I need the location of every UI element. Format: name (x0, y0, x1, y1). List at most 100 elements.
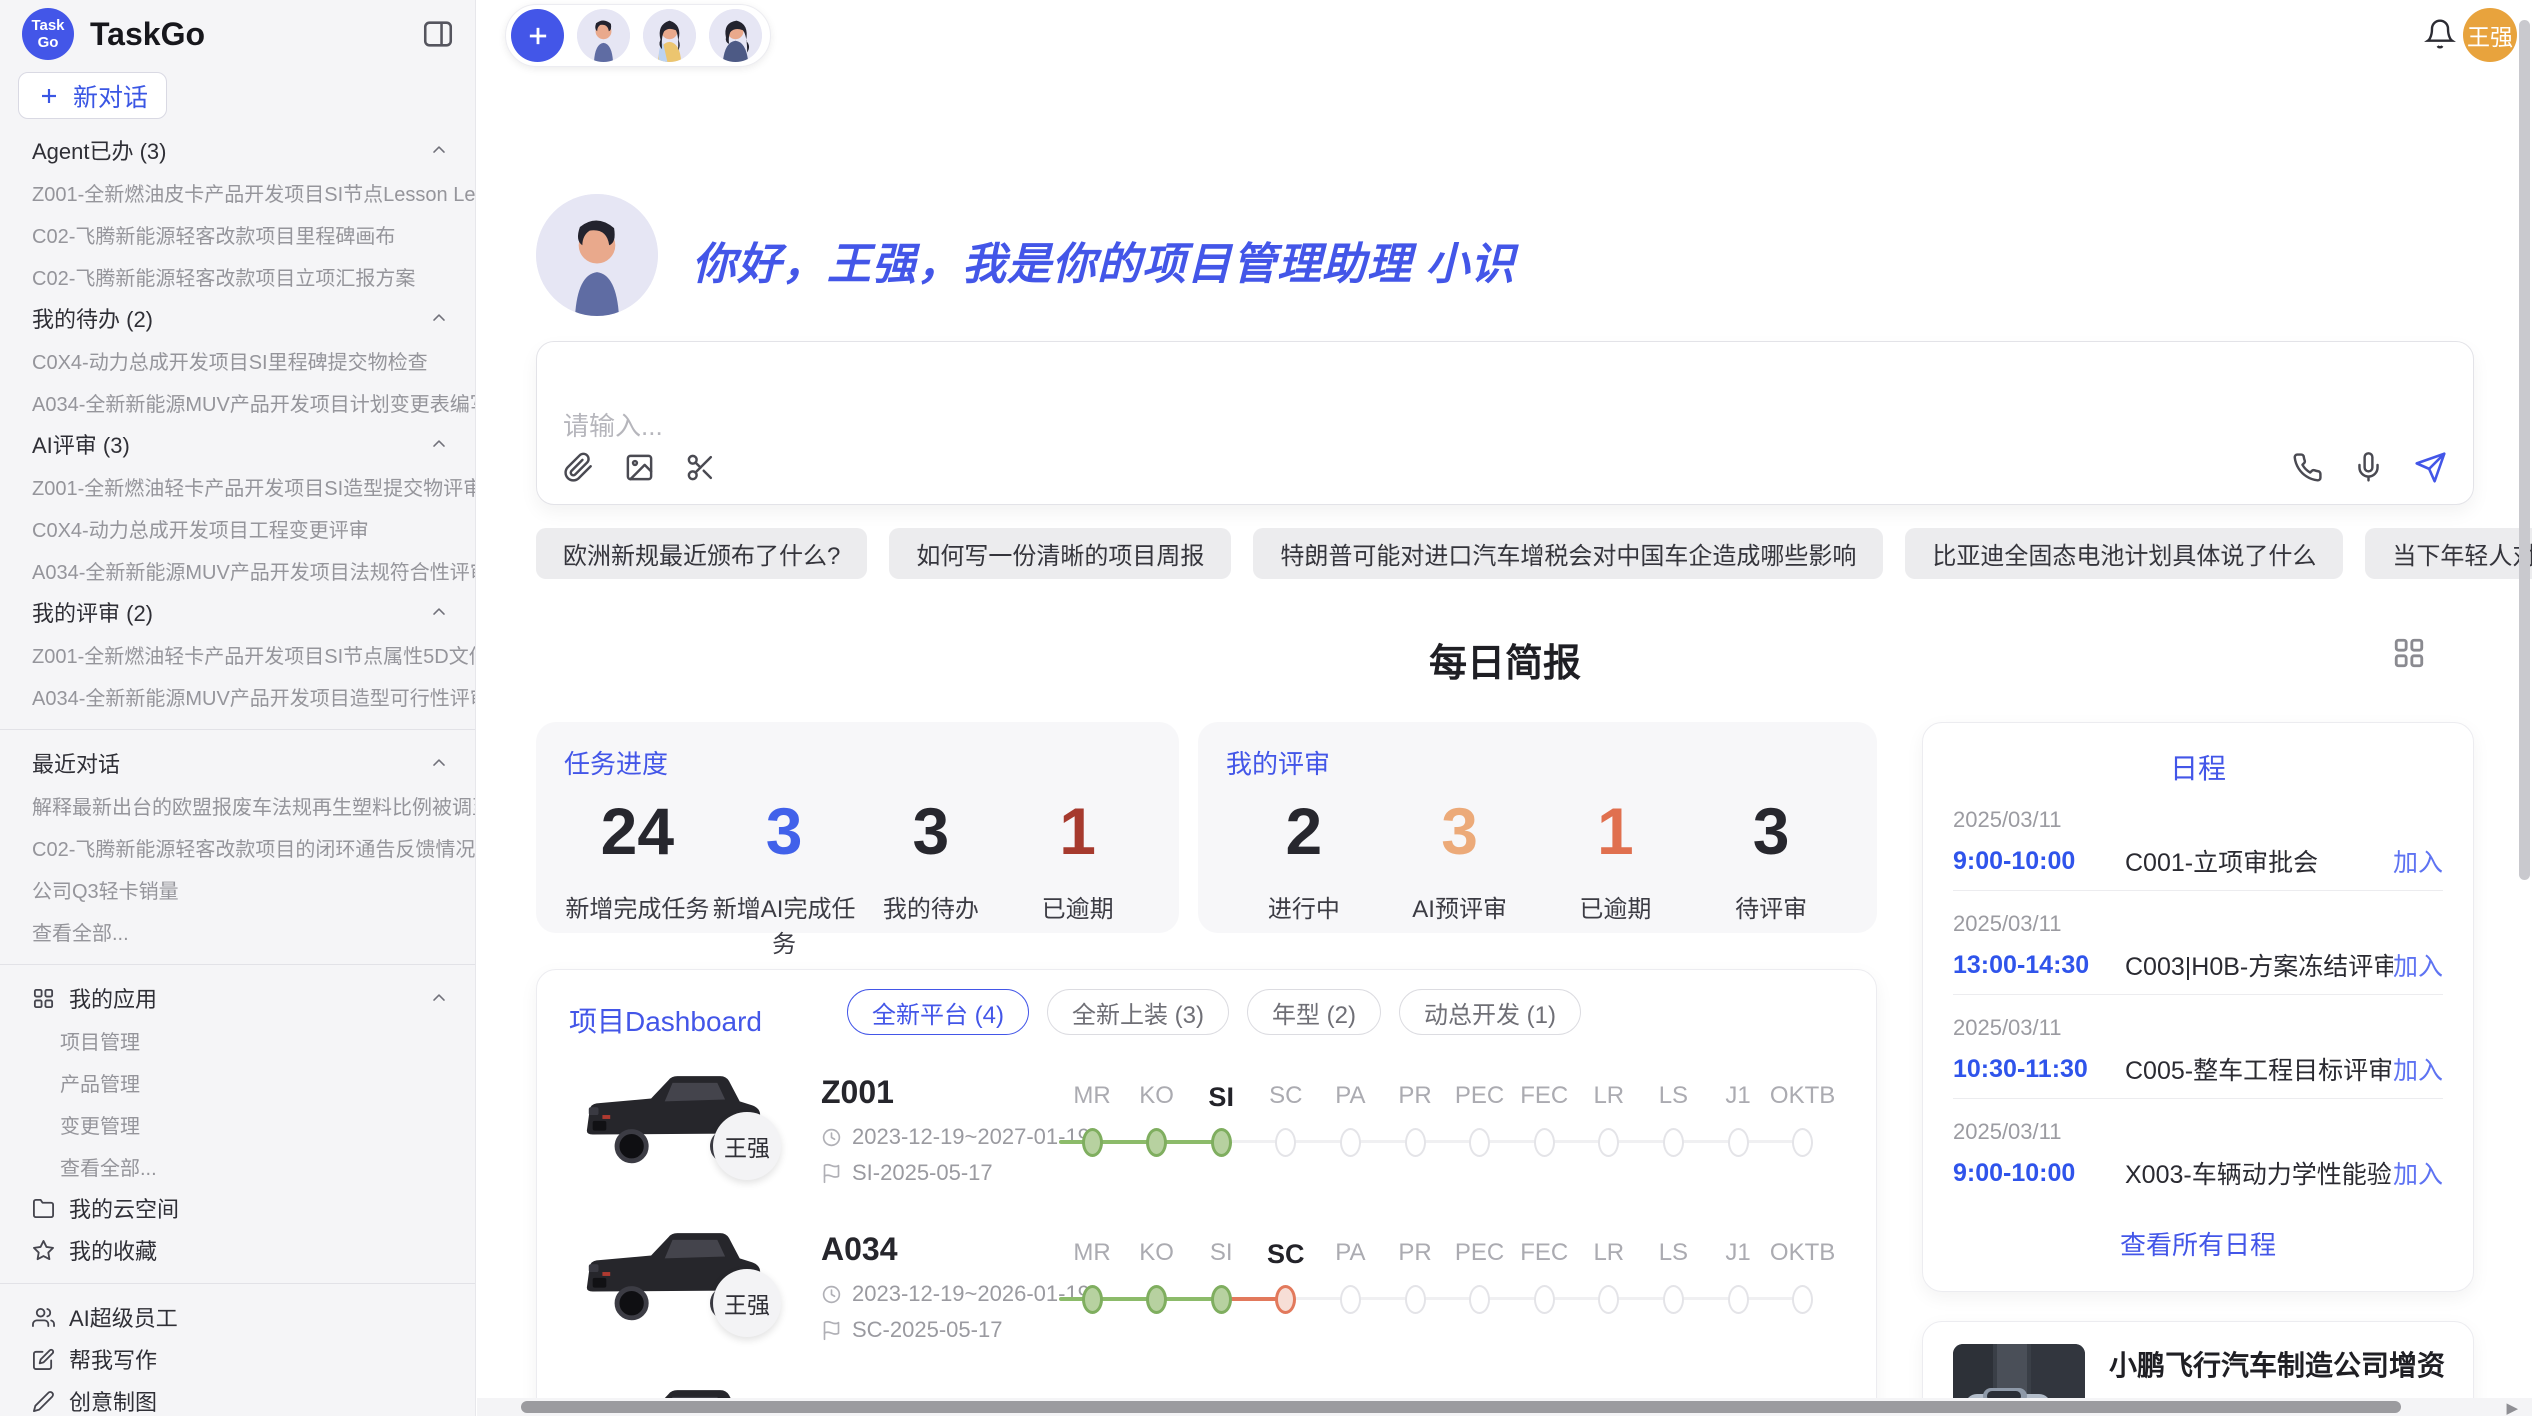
sidebar-item[interactable]: C02-飞腾新能源轻客改款项目里程碑画布 (0, 213, 475, 255)
sidebar-section-header[interactable]: 我的待办 (2) (0, 297, 475, 339)
schedule-join-link[interactable]: 加入 (2393, 1155, 2443, 1191)
bell-icon[interactable] (2424, 18, 2456, 50)
milestone-dot[interactable] (1469, 1285, 1490, 1314)
sidebar-app-item[interactable]: 产品管理 (0, 1061, 475, 1103)
scroll-right-arrow-icon[interactable]: ▶ (2506, 1399, 2518, 1416)
milestone-dot[interactable] (1211, 1128, 1232, 1157)
milestone-dot[interactable] (1340, 1285, 1361, 1314)
message-input[interactable] (563, 342, 2447, 440)
sidebar-item[interactable]: 查看全部... (0, 910, 475, 952)
suggestion-chips: 欧洲新规最近颁布了什么? 如何写一份清晰的项目周报特朗普可能对进口汽车增税会对中国… (536, 528, 2532, 579)
sidebar-item[interactable]: Z001-全新燃油轻卡产品开发项目SI节点属性5D文件评审 (0, 633, 475, 675)
chevron-up-icon (429, 753, 449, 773)
avatar[interactable] (643, 9, 696, 62)
schedule-name: X003-车辆动力学性能验... (2125, 1155, 2393, 1191)
sidebar-item-my-apps[interactable]: 我的应用 (0, 977, 475, 1019)
schedule-date: 2025/03/11 (1953, 911, 2443, 937)
milestone-dot[interactable] (1534, 1128, 1555, 1157)
sidebar-tool-item[interactable]: AI超级员工 (0, 1296, 475, 1338)
milestone-dot[interactable] (1146, 1128, 1167, 1157)
sidebar-item-star[interactable]: 我的收藏 (0, 1229, 475, 1271)
chevron-up-icon (429, 602, 449, 622)
sidebar-section-header[interactable]: Agent已办 (3) (0, 129, 475, 171)
sidebar-tool-item[interactable]: 帮我写作 (0, 1338, 475, 1380)
sidebar-app-item[interactable]: 项目管理 (0, 1019, 475, 1061)
new-chat-button[interactable]: 新对话 (18, 72, 167, 119)
suggestion-chip[interactable]: 如何写一份清晰的项目周报 (889, 528, 1231, 579)
schedule-join-link[interactable]: 加入 (2393, 843, 2443, 879)
milestone-dot[interactable] (1340, 1128, 1361, 1157)
milestone-dot[interactable] (1792, 1128, 1813, 1157)
dashboard-filter-chip[interactable]: 动总开发 (1) (1399, 989, 1581, 1035)
schedule-name: C001-立项审批会 (2125, 843, 2393, 879)
milestone-dot[interactable] (1598, 1285, 1619, 1314)
sidebar-item[interactable]: Z001-全新燃油轻卡产品开发项目SI造型提交物评审 (0, 465, 475, 507)
add-conversation-button[interactable] (511, 9, 564, 62)
milestone-dot[interactable] (1792, 1285, 1813, 1314)
milestone-dot[interactable] (1598, 1128, 1619, 1157)
daily-briefing-title: 每日简报 (1429, 643, 1581, 685)
sidebar-item[interactable]: 解释最新出台的欧盟报废车法规再生塑料比例被调至15%... (0, 784, 475, 826)
dashboard-filter-chip[interactable]: 年型 (2) (1247, 989, 1381, 1035)
image-icon[interactable] (624, 452, 655, 483)
view-all-schedule-link[interactable]: 查看所有日程 (1953, 1225, 2443, 1262)
project-dashboard-card: 项目Dashboard 全新平台 (4)全新上装 (3)年型 (2)动总开发 (… (536, 969, 1877, 1416)
milestone-dot[interactable] (1534, 1285, 1555, 1314)
sidebar-tool-item[interactable]: 创意制图 (0, 1380, 475, 1416)
suggestion-chip[interactable]: 比亚迪全固态电池计划具体说了什么 (1905, 528, 2343, 579)
phone-icon[interactable] (2292, 452, 2323, 483)
milestone-dot[interactable] (1082, 1128, 1103, 1157)
sidebar-item[interactable]: C0X4-动力总成开发项目SI里程碑提交物检查 (0, 339, 475, 381)
sidebar-item[interactable]: C0X4-动力总成开发项目工程变更评审 (0, 507, 475, 549)
dashboard-filter-chip[interactable]: 全新上装 (3) (1047, 989, 1229, 1035)
avatar[interactable] (709, 9, 762, 62)
sidebar-section-header[interactable]: AI评审 (3) (0, 423, 475, 465)
milestone-dot[interactable] (1405, 1285, 1426, 1314)
paperclip-icon[interactable] (563, 452, 594, 483)
milestone-dot[interactable] (1469, 1128, 1490, 1157)
new-chat-label: 新对话 (73, 78, 148, 114)
milestone-dot[interactable] (1405, 1128, 1426, 1157)
milestone-dot[interactable] (1146, 1285, 1167, 1314)
schedule-join-link[interactable]: 加入 (2393, 947, 2443, 983)
milestone-label: MR (1073, 1239, 1110, 1267)
milestone-dot[interactable] (1211, 1285, 1232, 1314)
send-icon[interactable] (2414, 451, 2447, 484)
sidebar-item[interactable]: Z001-全新燃油皮卡产品开发项目SI节点Lesson Learn报告 (0, 171, 475, 213)
suggestion-chip[interactable]: 当下年轻人对汽车外观有怎样的喜好趋势 (2365, 528, 2532, 579)
milestone-label: PEC (1455, 1239, 1504, 1267)
sidebar-item-folder[interactable]: 我的云空间 (0, 1187, 475, 1229)
sidebar-item[interactable]: A034-全新新能源MUV产品开发项目造型可行性评审 (0, 675, 475, 717)
schedule-join-link[interactable]: 加入 (2393, 1051, 2443, 1087)
milestone-dot[interactable] (1728, 1128, 1749, 1157)
horizontal-scrollbar-thumb[interactable] (521, 1401, 2401, 1413)
sidebar-section-header[interactable]: 我的评审 (2) (0, 591, 475, 633)
sidebar-item[interactable]: C02-飞腾新能源轻客改款项目立项汇报方案 (0, 255, 475, 297)
milestone-dot[interactable] (1275, 1285, 1296, 1314)
milestone-label: LS (1659, 1239, 1688, 1267)
avatar[interactable] (577, 9, 630, 62)
vertical-scrollbar[interactable] (2519, 20, 2530, 880)
sidebar-section-header[interactable]: 最近对话 (0, 742, 475, 784)
milestone-dot[interactable] (1663, 1285, 1684, 1314)
panel-collapse-icon[interactable] (421, 17, 455, 51)
dashboard-filter-chip[interactable]: 全新平台 (4) (847, 989, 1029, 1035)
milestone-dot[interactable] (1275, 1128, 1296, 1157)
milestone-dot[interactable] (1728, 1285, 1749, 1314)
scissors-icon[interactable] (685, 452, 716, 483)
sidebar-app-more[interactable]: 查看全部... (0, 1145, 475, 1187)
mic-icon[interactable] (2353, 452, 2384, 483)
sidebar-item[interactable]: A034-全新新能源MUV产品开发项目法规符合性评审 (0, 549, 475, 591)
folder-icon (32, 1197, 55, 1220)
suggestion-chip[interactable]: 特朗普可能对进口汽车增税会对中国车企造成哪些影响 (1253, 528, 1883, 579)
sidebar-item[interactable]: C02-飞腾新能源轻客改款项目的闭环通告反馈情况 (0, 826, 475, 868)
sidebar-item[interactable]: A034-全新新能源MUV产品开发项目计划变更表编写 (0, 381, 475, 423)
milestone-dot[interactable] (1082, 1285, 1103, 1314)
sidebar-item[interactable]: 公司Q3轻卡销量 (0, 868, 475, 910)
user-avatar[interactable]: 王强 (2463, 8, 2517, 62)
layout-grid-icon[interactable] (2392, 636, 2426, 670)
milestone-label: PA (1335, 1239, 1365, 1267)
milestone-dot[interactable] (1663, 1128, 1684, 1157)
suggestion-chip[interactable]: 欧洲新规最近颁布了什么? (536, 528, 867, 579)
sidebar-app-item[interactable]: 变更管理 (0, 1103, 475, 1145)
